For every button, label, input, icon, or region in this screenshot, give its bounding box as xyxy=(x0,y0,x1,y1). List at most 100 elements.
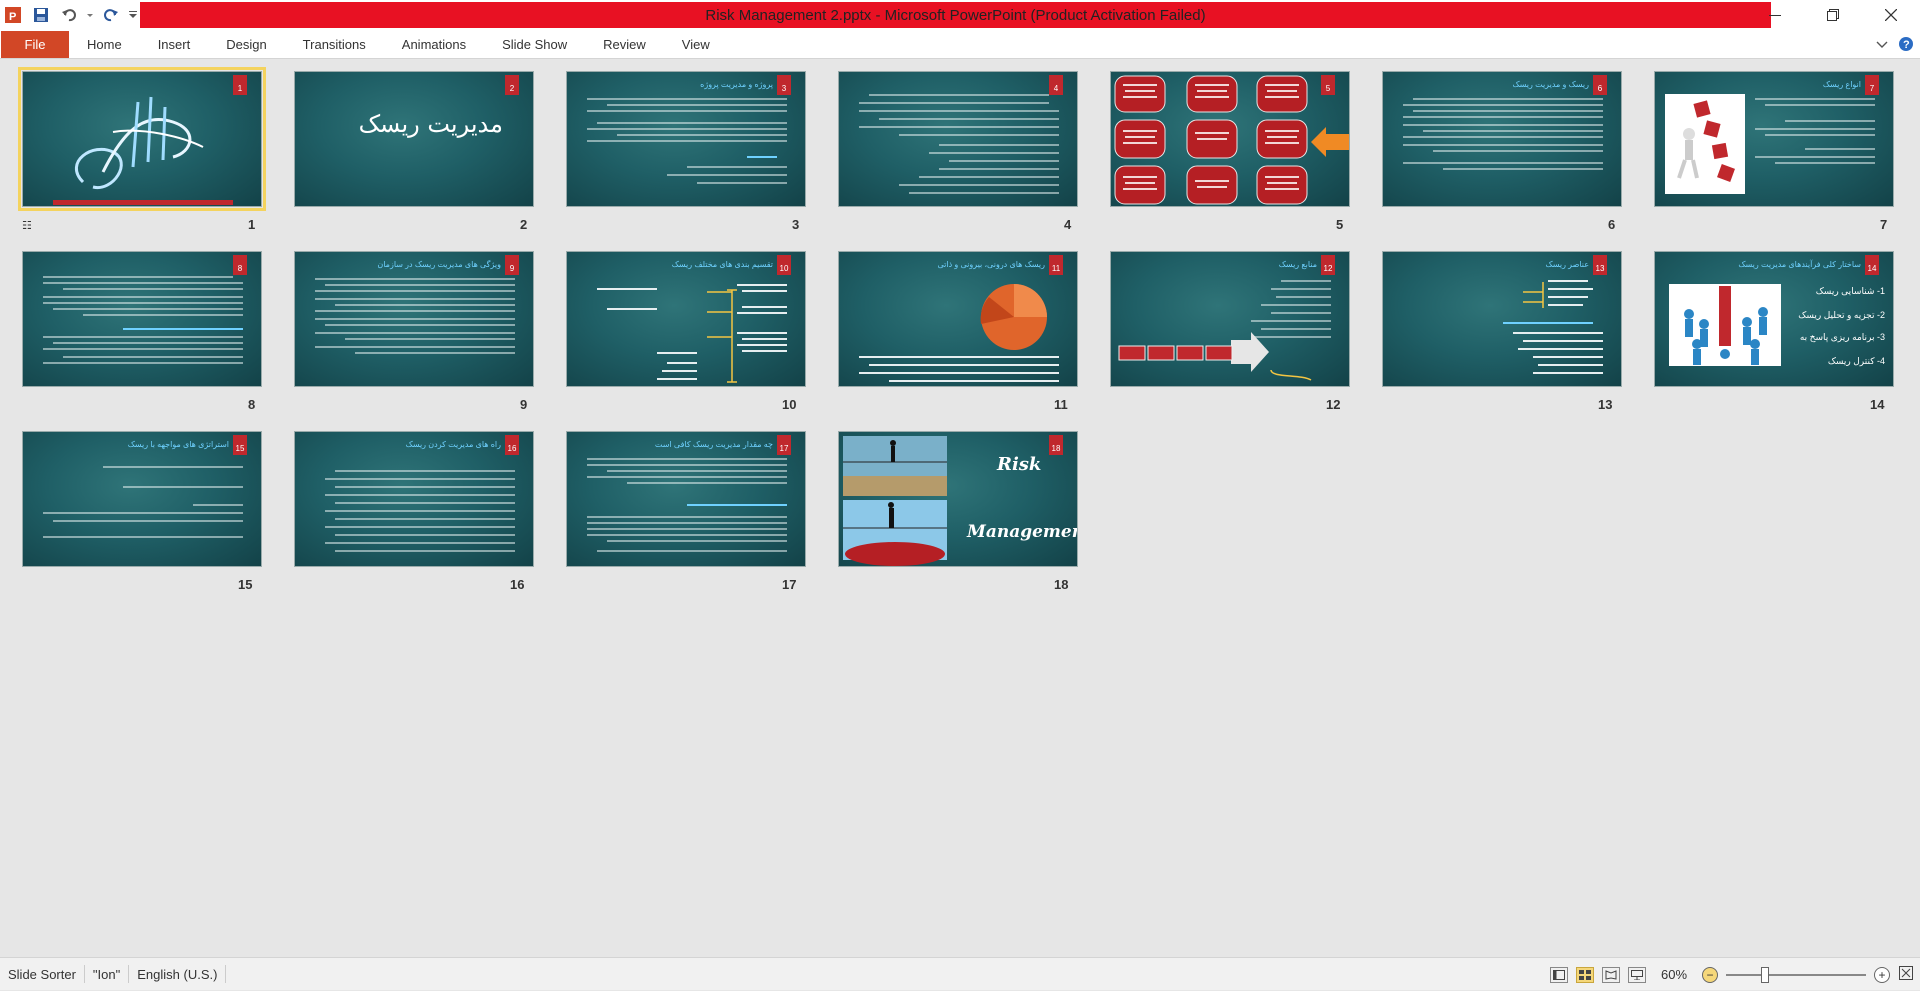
slide-thumbnail-17[interactable]: 17 چه مقدار مدیریت ریسک کافی است xyxy=(566,431,806,567)
slide-thumbnail-7[interactable]: 7 انواع ریسک xyxy=(1654,71,1894,207)
customize-qat-icon[interactable] xyxy=(128,4,138,26)
risk-figure-image xyxy=(1665,94,1745,194)
slide-thumbnail-18[interactable]: 18 Risk Management xyxy=(838,431,1078,567)
slide-title: ریسک و مدیریت ریسک xyxy=(1512,80,1589,89)
slide-number: 18 xyxy=(1054,577,1069,592)
slide-number-badge: 14 xyxy=(1865,255,1879,275)
process-arrow-diagram xyxy=(1118,332,1312,381)
slide-number: 5 xyxy=(1336,217,1344,232)
slide-number: 10 xyxy=(782,397,797,412)
slide-thumbnail-4[interactable]: 4 xyxy=(838,71,1078,207)
theme-indicator[interactable]: "Ion" xyxy=(85,965,130,983)
slide-title: چه مقدار مدیریت ریسک کافی است xyxy=(654,440,773,449)
slide-title: مدیریت ریسک xyxy=(358,110,503,138)
svg-text:P: P xyxy=(9,11,16,23)
slide-number-badge: 2 xyxy=(505,75,519,95)
status-bar: Slide Sorter "Ion" English (U.S.) 60% − … xyxy=(0,957,1920,990)
zoom-slider[interactable] xyxy=(1726,966,1866,983)
calligraphy-image xyxy=(53,96,233,205)
slide-number-badge: 4 xyxy=(1049,75,1063,95)
tab-home[interactable]: Home xyxy=(69,31,140,58)
slide-title: استراتژی های مواجهه با ریسک xyxy=(127,440,229,449)
slide-number: 8 xyxy=(248,397,256,412)
slide-number-badge: 3 xyxy=(777,75,791,95)
zoom-in-icon[interactable]: + xyxy=(1874,966,1890,983)
slide-thumbnail-15[interactable]: 15 استراتژی های مواجهه با ریسک xyxy=(22,431,262,567)
file-tab[interactable]: File xyxy=(1,31,69,58)
zoom-out-icon[interactable]: − xyxy=(1702,966,1718,983)
slide-number: 12 xyxy=(1326,397,1341,412)
tab-animations[interactable]: Animations xyxy=(384,31,484,58)
title-bar: P Risk Management 2.pptx - Microsoft Pow… xyxy=(0,0,1920,30)
restore-icon[interactable] xyxy=(1804,0,1862,30)
powerpoint-app-icon[interactable]: P xyxy=(2,4,24,26)
slide-thumbnail-5[interactable]: 5 xyxy=(1110,71,1350,207)
slide-thumbnail-11[interactable]: 11 ریسک های درونی، بیرونی و ذاتی xyxy=(838,251,1078,387)
slide-title-risk: Risk xyxy=(997,454,1042,475)
slide-thumbnail-9[interactable]: 9 ویژگی های مدیریت ریسک در سازمان xyxy=(294,251,534,387)
process-step-3: 3- برنامه ریزی پاسخ به xyxy=(1799,332,1885,342)
slide-thumbnail-13[interactable]: 13 عناصر ریسک xyxy=(1382,251,1622,387)
slide-number: 1 xyxy=(248,217,256,232)
view-indicator: Slide Sorter xyxy=(0,965,85,983)
slide-number-badge: 6 xyxy=(1593,75,1607,95)
save-icon[interactable] xyxy=(30,4,52,26)
undo-dropdown-icon[interactable] xyxy=(86,4,94,26)
tightrope-walker-image xyxy=(843,436,947,566)
minimize-icon[interactable] xyxy=(1746,0,1804,30)
slide-number-badge: 9 xyxy=(505,255,519,275)
tab-slide-show[interactable]: Slide Show xyxy=(484,31,585,58)
slide-title: ویژگی های مدیریت ریسک در سازمان xyxy=(377,260,501,269)
slide-number: 7 xyxy=(1880,217,1888,232)
slide-title-management: Management xyxy=(967,522,1077,542)
slide-sorter-view-icon[interactable] xyxy=(1576,966,1594,983)
slide-thumbnail-3[interactable]: 3 پروژه و مدیریت پروژه xyxy=(566,71,806,207)
normal-view-icon[interactable] xyxy=(1550,966,1568,983)
slide-title: انواع ریسک xyxy=(1822,80,1861,89)
slide-thumbnail-2[interactable]: 2 مدیریت ریسک xyxy=(294,71,534,207)
process-step-2: 2- تجزیه و تحلیل ریسک xyxy=(1798,310,1885,320)
quick-access-toolbar: P xyxy=(0,0,138,30)
slide-number: 4 xyxy=(1064,217,1072,232)
slide-number: 9 xyxy=(520,397,528,412)
tab-view[interactable]: View xyxy=(664,31,728,58)
slide-number: 13 xyxy=(1598,397,1613,412)
slide-number: 3 xyxy=(792,217,800,232)
slide-show-view-icon[interactable] xyxy=(1628,966,1646,983)
slide-number: 11 xyxy=(1054,397,1068,412)
zoom-level[interactable]: 60% xyxy=(1654,967,1694,982)
close-icon[interactable] xyxy=(1862,0,1920,30)
slide-thumbnail-16[interactable]: 16 راه های مدیریت کردن ریسک xyxy=(294,431,534,567)
process-step-4: 4- کنترل ریسک xyxy=(1827,356,1885,366)
undo-icon[interactable] xyxy=(58,4,80,26)
tab-insert[interactable]: Insert xyxy=(140,31,209,58)
language-indicator[interactable]: English (U.S.) xyxy=(129,965,227,983)
help-icon[interactable]: ? xyxy=(1898,36,1914,55)
fit-to-window-icon[interactable] xyxy=(1898,965,1914,984)
animation-indicator-icon[interactable]: ☷ xyxy=(22,219,32,232)
slide-thumbnail-10[interactable]: 10 تقسیم بندی های مختلف ریسک xyxy=(566,251,806,387)
slide-thumbnail-12[interactable]: 12 منابع ریسک xyxy=(1110,251,1350,387)
slide-thumbnail-1[interactable]: 1 xyxy=(18,67,266,211)
slide-number: 2 xyxy=(520,217,528,232)
process-step-1: 1- شناسایی ریسک xyxy=(1815,286,1885,296)
svg-text:?: ? xyxy=(1903,39,1910,51)
tab-transitions[interactable]: Transitions xyxy=(285,31,384,58)
slide-number: 6 xyxy=(1608,217,1616,232)
slide-thumbnail-6[interactable]: 6 ریسک و مدیریت ریسک xyxy=(1382,71,1622,207)
slide-title: ساختار کلی فرآیندهای مدیریت ریسک xyxy=(1738,260,1861,269)
risk-classification-diagram xyxy=(597,284,787,383)
redo-icon[interactable] xyxy=(100,4,122,26)
slide-number: 16 xyxy=(510,577,525,592)
slide-sorter-pane: 1 1 ☷ 2 مدیریت ریسک 2 3 پروژه و مدیریت پ… xyxy=(0,59,1920,957)
slide-thumbnail-14[interactable]: 14 ساختار کلی فرآیندهای مدیریت ریسک 1- ش… xyxy=(1654,251,1894,387)
tab-review[interactable]: Review xyxy=(585,31,664,58)
people-risk-image xyxy=(1669,284,1781,366)
slide-number-badge: 16 xyxy=(505,435,519,455)
minimize-ribbon-icon[interactable] xyxy=(1876,38,1888,53)
tab-design[interactable]: Design xyxy=(208,31,284,58)
zoom-slider-thumb[interactable] xyxy=(1761,966,1770,983)
pie-chart-image xyxy=(859,284,1059,382)
reading-view-icon[interactable] xyxy=(1602,966,1620,983)
slide-thumbnail-8[interactable]: 8 xyxy=(22,251,262,387)
